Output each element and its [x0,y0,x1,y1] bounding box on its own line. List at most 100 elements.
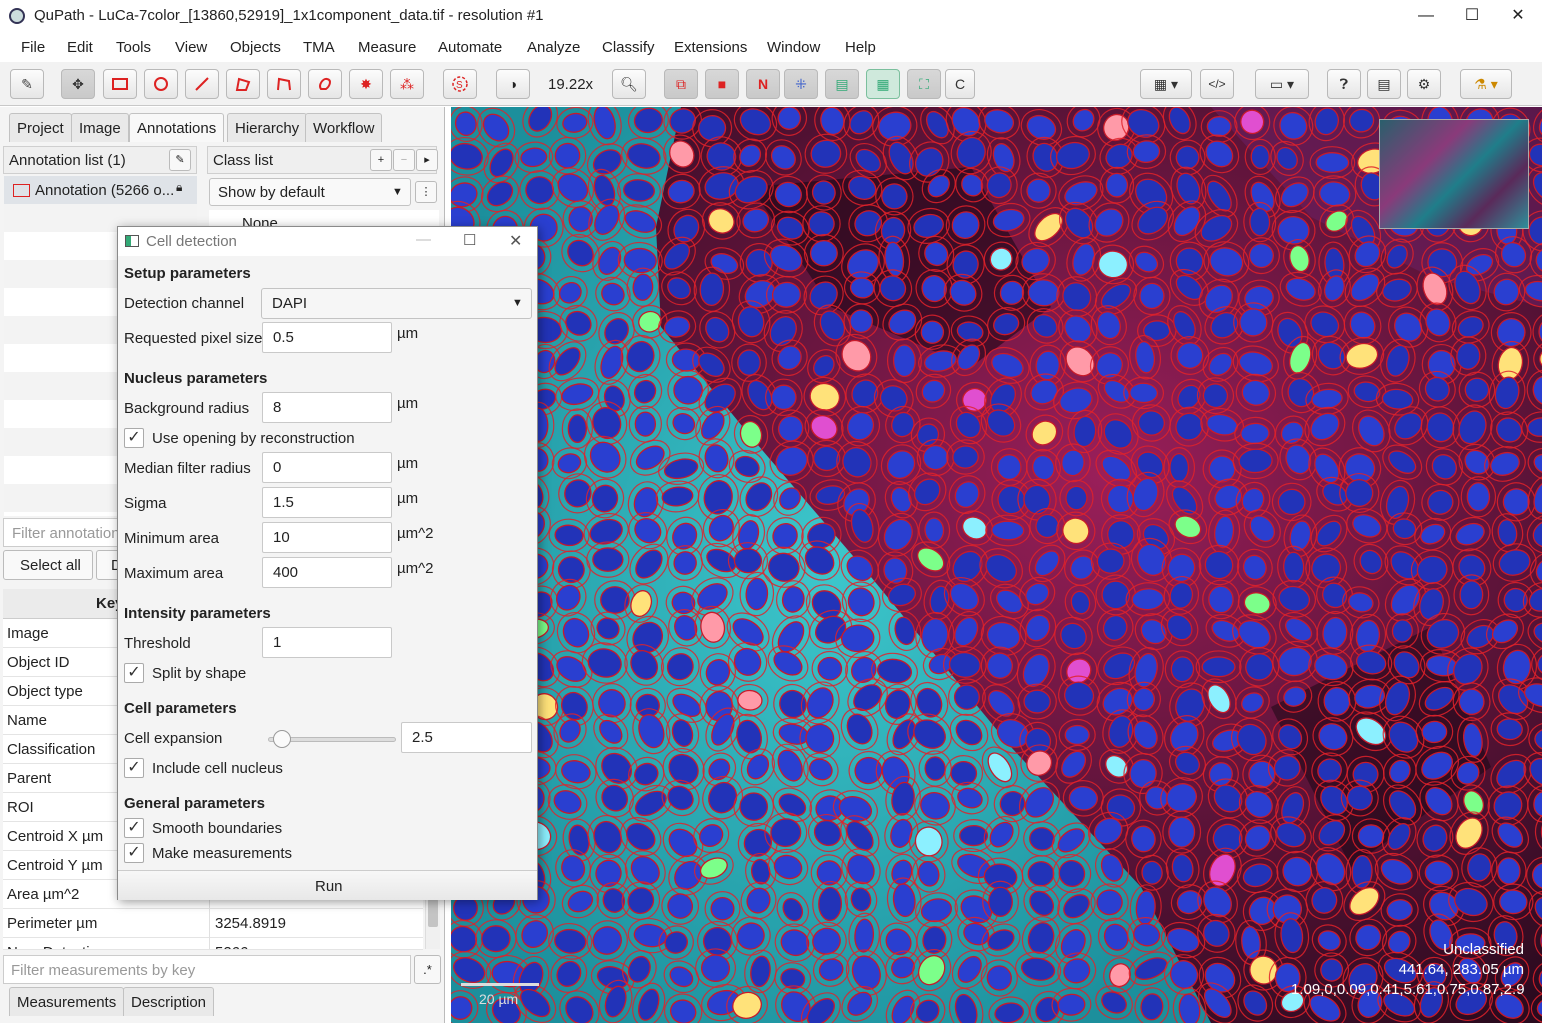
gear-icon: ⚙ [1417,75,1431,92]
move-tool-button[interactable]: ✥ [61,69,95,99]
median-filter-label: Median filter radius [124,460,251,477]
smooth-boundaries-checkbox[interactable]: ✓ [124,818,144,838]
show-by-default-dropdown[interactable]: Show by default ▼ [209,178,411,206]
dialog-maximize-button[interactable]: ☐ [463,231,476,249]
tab-project[interactable]: Project [9,113,72,142]
log-button[interactable]: ▤ [1367,69,1401,99]
brightness-contrast-button[interactable]: ◑ [496,69,530,99]
log-icon: ▤ [1377,75,1391,92]
fill-detections-button[interactable]: ▦ [866,69,900,99]
tab-workflow[interactable]: Workflow [305,113,383,142]
menu-tma[interactable]: TMA [303,39,335,56]
menu-extensions[interactable]: Extensions [674,39,747,56]
smooth-boundaries-label: Smooth boundaries [152,820,283,837]
minimum-area-input[interactable]: 10 [262,522,392,553]
zoom-level: 19.22x [548,76,594,93]
tab-hierarchy[interactable]: Hierarchy [227,113,308,142]
median-filter-input[interactable]: 0 [262,452,392,483]
script-editor-button[interactable]: </> [1200,69,1234,99]
threshold-input[interactable]: 1 [262,627,392,658]
scale-bar [461,983,539,986]
maximum-area-input[interactable]: 400 [262,557,392,588]
show-detections-button[interactable]: ▤ [825,69,859,99]
menu-objects[interactable]: Objects [230,39,281,56]
menu-file[interactable]: File [21,39,45,56]
list-item[interactable]: Annotation (5266 o... 🔒︎ [4,176,197,204]
menu-classify[interactable]: Classify [602,39,655,56]
select-all-button[interactable]: Select all [3,550,93,580]
show-names-button[interactable]: N [746,69,780,99]
image-viewer[interactable]: 20 µm Unclassified 441.64, 283.05 µm 1.0… [451,107,1542,1023]
scrollbar-thumb[interactable] [428,899,438,927]
class-options-button[interactable]: ▸ [416,149,438,171]
pixel-classification-button[interactable]: C [945,69,975,99]
overview-thumbnail[interactable] [1379,119,1529,229]
polygon-tool-button[interactable] [226,69,260,99]
ellipse-tool-button[interactable] [144,69,178,99]
selection-mode-button[interactable]: S [443,69,477,99]
polyline-tool-button[interactable] [267,69,301,99]
polyline-icon [277,77,291,91]
fill-annotations-button[interactable]: ■ [705,69,739,99]
split-by-shape-checkbox[interactable]: ✓ [124,663,144,683]
analysis-pane-button[interactable]: ✎ [10,69,44,99]
make-measurements-checkbox[interactable]: ✓ [124,843,144,863]
opening-reconstruction-checkbox[interactable]: ✓ [124,428,144,448]
menu-analyze[interactable]: Analyze [527,39,580,56]
include-nucleus-checkbox[interactable]: ✓ [124,758,144,778]
filter-measurements-input[interactable]: Filter measurements by key [3,955,411,984]
menu-tools[interactable]: Tools [116,39,151,56]
cell-expansion-input[interactable]: 2.5 [401,722,532,753]
show-annotations-button[interactable]: ⧉ [664,69,698,99]
minimize-button[interactable]: — [1403,0,1449,32]
menu-edit[interactable]: Edit [67,39,93,56]
brush-tool-button[interactable] [308,69,342,99]
background-radius-input[interactable]: 8 [262,392,392,423]
wand-tool-button[interactable]: ✸ [349,69,383,99]
help-button[interactable]: ❓︎ [1327,69,1361,99]
tab-annotations[interactable]: Annotations [129,113,225,142]
tab-image[interactable]: Image [71,113,129,142]
tab-description[interactable]: Description [123,987,215,1016]
cell-expansion-slider-thumb[interactable] [273,730,291,748]
menu-view[interactable]: View [175,39,207,56]
grid-overlay-button[interactable]: ▦ ▾ [1140,69,1192,99]
table-row[interactable]: Perimeter µm 3254.8919 [3,909,423,938]
show-tma-button[interactable]: ⁜ [784,69,818,99]
sigma-input[interactable]: 1.5 [262,487,392,518]
fill-detections-icon: ▦ [876,75,890,92]
add-class-button[interactable]: + [370,149,392,171]
menu-automate[interactable]: Automate [438,39,502,56]
show-connections-button[interactable]: ⛶ [907,69,941,99]
table-row[interactable]: Num Detections 5266 [3,938,423,950]
maximize-button[interactable]: ☐ [1449,0,1495,32]
remove-class-button[interactable]: − [393,149,415,171]
row-key: Object ID [7,654,70,671]
dialog-close-button[interactable]: ✕ [509,231,522,251]
preferences-button[interactable]: ⚙ [1407,69,1441,99]
run-button[interactable]: Run [118,870,537,900]
menu-help[interactable]: Help [845,39,876,56]
contrast-icon: ◑ [508,76,518,92]
run-button-label: Run [315,878,343,895]
class-menu-button[interactable]: ⋮ [415,181,437,203]
annotation-color-icon [13,184,30,197]
rectangle-tool-button[interactable] [103,69,137,99]
dialog-title: Cell detection [146,233,237,250]
pixel-size-input[interactable]: 0.5 [262,322,392,353]
close-button[interactable]: ✕ [1495,0,1541,32]
extensions-button[interactable]: ⚗ ▾ [1460,69,1512,99]
menu-window[interactable]: Window [767,39,820,56]
tab-measurements[interactable]: Measurements [9,987,125,1016]
menu-measure[interactable]: Measure [358,39,416,56]
viewer-layout-button[interactable]: ▭ ▾ [1255,69,1309,99]
line-tool-button[interactable] [185,69,219,99]
points-tool-button[interactable]: ⁂ [390,69,424,99]
zoom-to-fit-button[interactable]: 🔍︎ [612,69,646,99]
dialog-minimize-button[interactable]: — [416,231,431,248]
regex-toggle-button[interactable]: .* [414,955,441,984]
cursor-coordinates: 441.64, 283.05 µm [1398,961,1524,978]
edit-annotation-button[interactable]: ✎ [169,149,191,171]
row-key: Perimeter µm [7,915,98,932]
detection-channel-select[interactable]: DAPI ▼ [261,288,532,319]
